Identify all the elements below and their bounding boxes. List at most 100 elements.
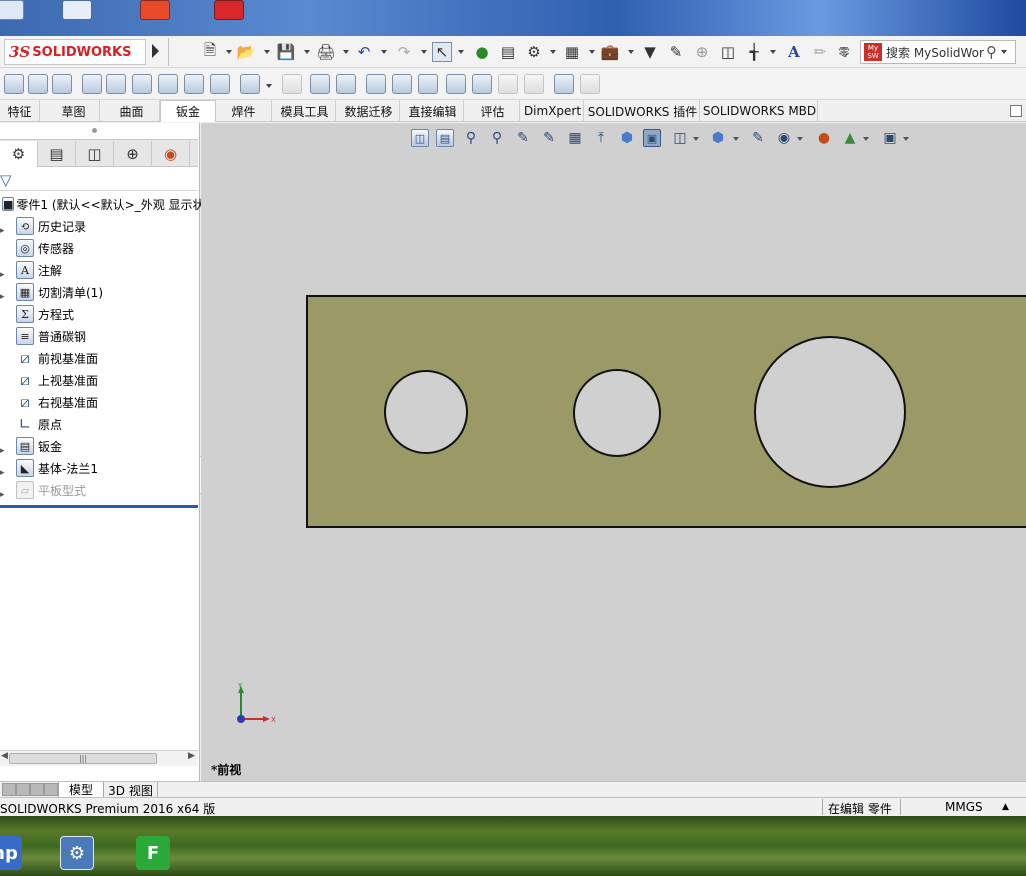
- driver-app-icon[interactable]: [140, 0, 170, 20]
- display-style-icon[interactable]: ▦: [566, 129, 584, 147]
- network-app-icon[interactable]: ⚙: [60, 836, 94, 870]
- tab-slot-icon[interactable]: [580, 74, 600, 94]
- feature-manager-tab-icon[interactable]: ⚙: [0, 141, 38, 167]
- flatten-icon[interactable]: [210, 74, 230, 94]
- tree-item-top-plane[interactable]: ⧄ 上视基准面: [0, 369, 198, 391]
- search-icon[interactable]: ⚲: [986, 43, 997, 61]
- file-properties-icon[interactable]: ▤: [498, 42, 518, 62]
- surface-icon[interactable]: ▼: [640, 42, 660, 62]
- expand-icon[interactable]: [0, 222, 8, 230]
- menu-expand-icon[interactable]: [152, 44, 159, 58]
- sketched-bend-icon[interactable]: [132, 74, 152, 94]
- simple-hole-icon[interactable]: [498, 74, 518, 94]
- forming-tool-icon[interactable]: [184, 74, 204, 94]
- zoom-to-area-icon[interactable]: ▤: [436, 129, 454, 147]
- vent-icon[interactable]: [310, 74, 330, 94]
- open-dropdown-icon[interactable]: [264, 50, 270, 54]
- first-tab-icon[interactable]: [2, 783, 16, 796]
- search-bar[interactable]: My SW 搜索 MySolidWorl ⚲: [860, 40, 1016, 64]
- select-dropdown-icon[interactable]: [458, 50, 464, 54]
- base-flange-icon[interactable]: [4, 74, 24, 94]
- expand-icon[interactable]: [0, 442, 8, 450]
- jog-icon[interactable]: [106, 74, 126, 94]
- tab-evaluate[interactable]: 评估: [466, 100, 520, 122]
- next-tab-icon[interactable]: [30, 783, 44, 796]
- tab-3d-views[interactable]: 3D 视图: [104, 782, 158, 798]
- select-icon[interactable]: ↖: [432, 42, 452, 62]
- solidworks-logo[interactable]: 3S SOLIDWORKS: [4, 39, 146, 65]
- sheet-metal-plate[interactable]: [306, 295, 1026, 528]
- toolbox-icon[interactable]: 💼: [600, 42, 620, 62]
- undo-dropdown-icon[interactable]: [381, 50, 387, 54]
- tree-item-sensors[interactable]: ◎ 传感器: [0, 237, 198, 259]
- configuration-manager-tab-icon[interactable]: ◫: [76, 141, 114, 167]
- rip-icon[interactable]: [282, 74, 302, 94]
- toolbox-dropdown-icon[interactable]: [628, 50, 634, 54]
- previous-tab-icon[interactable]: [16, 783, 30, 796]
- view-orientation-icon[interactable]: ✎: [540, 129, 558, 147]
- scroll-left-icon[interactable]: ◀: [1, 751, 8, 761]
- scrollbar-thumb[interactable]: |||: [9, 753, 157, 764]
- options-dropdown-icon[interactable]: [550, 50, 556, 54]
- save-dropdown-icon[interactable]: [304, 50, 310, 54]
- tree-item-sheet-metal[interactable]: ▤ 钣金: [0, 435, 198, 457]
- property-manager-tab-icon[interactable]: ▤: [38, 141, 76, 167]
- tab-solidworks-mbd[interactable]: SOLIDWORKS MBD: [702, 100, 818, 122]
- hole-small-middle[interactable]: [573, 369, 661, 457]
- redo-icon[interactable]: ↷: [394, 42, 414, 62]
- save-icon[interactable]: 💾: [276, 42, 296, 62]
- options-gear-icon[interactable]: ⚙: [524, 42, 544, 62]
- tree-item-base-flange[interactable]: ◣ 基体-法兰1: [0, 457, 198, 479]
- vent-feature-icon[interactable]: [524, 74, 544, 94]
- hide-show-items-icon[interactable]: ◫: [671, 129, 689, 147]
- measure-icon[interactable]: ✎: [666, 42, 686, 62]
- expand-icon[interactable]: [0, 464, 8, 472]
- display-manager-tab-icon[interactable]: ◉: [152, 141, 190, 167]
- expand-icon[interactable]: [0, 288, 8, 296]
- search-input[interactable]: 搜索 MySolidWorl: [886, 44, 984, 61]
- overflow-menu-icon[interactable]: 零: [834, 42, 854, 62]
- tree-item-origin[interactable]: ∟ 原点: [0, 413, 198, 435]
- zoom-to-fit-icon[interactable]: ◫: [411, 129, 429, 147]
- hp-app-icon[interactable]: hp: [0, 836, 22, 870]
- desktop-shortcut-icon[interactable]: [62, 0, 92, 20]
- units-up-icon[interactable]: ▲: [1002, 802, 1009, 812]
- apply-scene-icon[interactable]: ✎: [749, 129, 767, 147]
- insert-bends-icon[interactable]: [418, 74, 438, 94]
- edit-appearance-icon[interactable]: ⬢: [709, 129, 727, 147]
- previous-view-icon[interactable]: ⚲: [462, 129, 480, 147]
- normal-to-icon[interactable]: ⤒: [592, 129, 610, 147]
- tree-item-material[interactable]: ≡ 普通碳钢: [0, 325, 198, 347]
- monitor-dropdown-icon[interactable]: [903, 137, 909, 141]
- convert-to-sheet-metal-icon[interactable]: [446, 74, 466, 94]
- expand-icon[interactable]: [0, 266, 8, 274]
- monitor-icon[interactable]: ▣: [881, 129, 899, 147]
- panel-horizontal-scrollbar[interactable]: ◀ ||| ▶: [0, 750, 198, 766]
- reference-geometry-icon[interactable]: ╅: [744, 42, 764, 62]
- red-app-icon[interactable]: [214, 0, 244, 20]
- print-icon[interactable]: 🖨: [316, 42, 336, 62]
- no-bends-icon[interactable]: [392, 74, 412, 94]
- tab-dimxpert[interactable]: DimXpert: [522, 100, 584, 122]
- tree-filter[interactable]: ▽: [0, 169, 198, 191]
- corner-icon[interactable]: [240, 74, 260, 94]
- tab-features[interactable]: 特征: [0, 100, 40, 122]
- dynamic-annotation-icon[interactable]: ✎: [514, 129, 532, 147]
- hole-large-right[interactable]: [754, 336, 906, 488]
- sketch-pen-icon[interactable]: ✏: [810, 42, 830, 62]
- green-app-icon[interactable]: F: [136, 836, 170, 870]
- tab-sketch[interactable]: 草图: [48, 100, 100, 122]
- text-icon[interactable]: A: [784, 42, 804, 62]
- fold-icon[interactable]: [366, 74, 386, 94]
- tab-model[interactable]: 模型: [58, 782, 104, 798]
- undo-icon[interactable]: ↶: [354, 42, 374, 62]
- traffic-light-icon[interactable]: ●: [472, 42, 492, 62]
- isometric-icon[interactable]: ⬢: [618, 129, 636, 147]
- maximize-panel-icon[interactable]: [1010, 105, 1022, 117]
- scroll-right-icon[interactable]: ▶: [188, 751, 195, 761]
- lofted-bend-icon[interactable]: [158, 74, 178, 94]
- tab-sheet-metal[interactable]: 钣金: [160, 100, 216, 122]
- target-icon[interactable]: ⊕: [692, 42, 712, 62]
- print-dropdown-icon[interactable]: [343, 50, 349, 54]
- view-settings-icon[interactable]: ◉: [775, 129, 793, 147]
